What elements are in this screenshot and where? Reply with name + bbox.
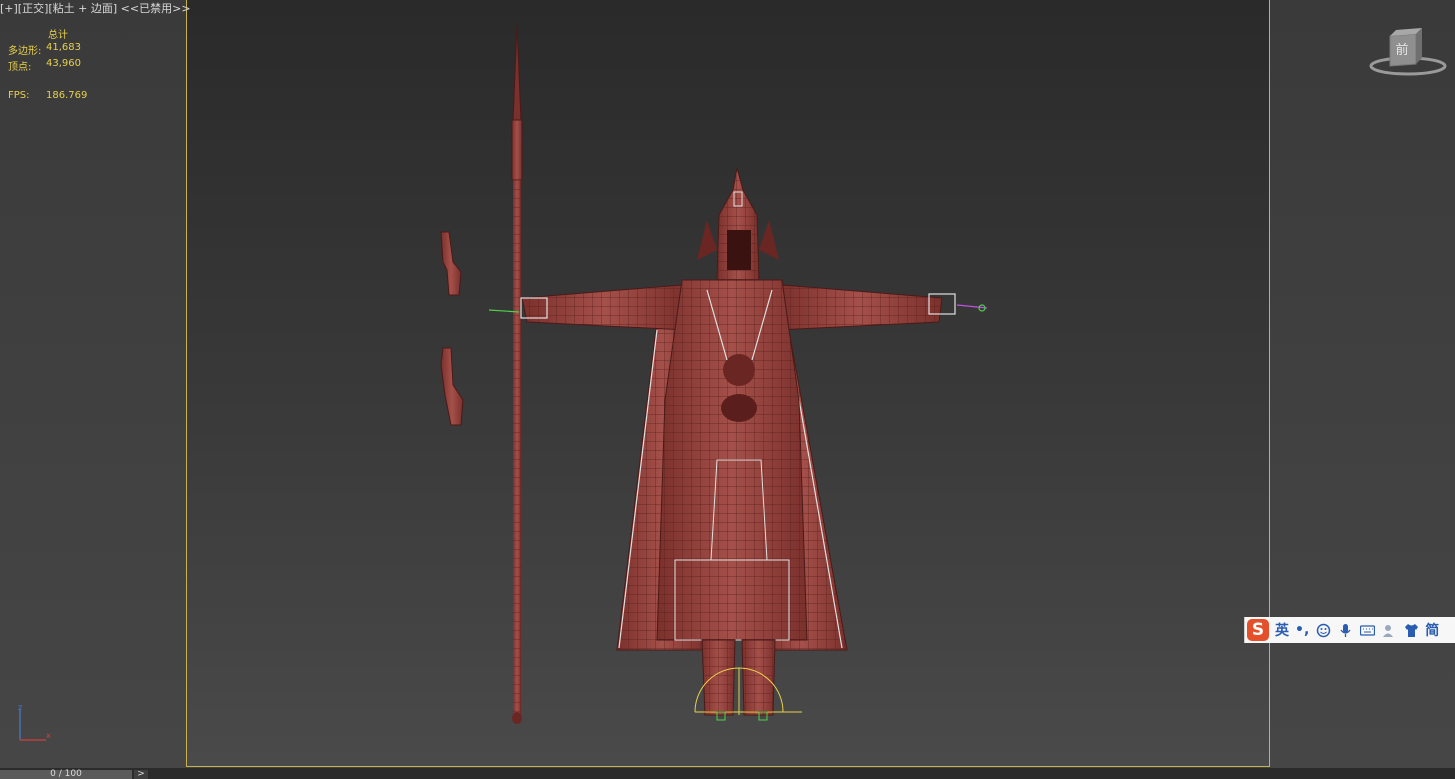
ime-toolbar[interactable]: S 英 •, 简 — [1244, 617, 1455, 643]
axis-tripod: z x — [12, 703, 54, 750]
detached-part-2 — [440, 347, 464, 426]
viewcube-face-label: 前 — [1395, 42, 1408, 58]
user-settings-icon[interactable] — [1382, 623, 1397, 638]
detached-part-1 — [440, 231, 462, 296]
ime-punct-toggle[interactable]: •, — [1295, 622, 1309, 638]
verts-label: 顶点: — [8, 62, 32, 73]
keyboard-icon[interactable] — [1360, 623, 1376, 638]
polys-label: 多边形: — [8, 46, 42, 57]
ime-lang-toggle[interactable]: 英 — [1275, 620, 1289, 640]
verts-value: 43,960 — [46, 58, 81, 69]
viewport-left-area[interactable] — [0, 0, 186, 768]
viewport-label[interactable]: [+][正交][粘土 + 边面] <<已禁用>> — [0, 0, 191, 16]
time-slider-next-button[interactable]: > — [134, 770, 148, 779]
polys-value: 41,683 — [46, 42, 81, 53]
viewport-right-area[interactable] — [1270, 0, 1455, 768]
time-slider[interactable]: 0 / 100 — [0, 770, 132, 779]
stats-overlay: 总计 多边形: 41,683 顶点: 43,960 FPS: 186.769 — [8, 26, 87, 106]
head-mesh — [697, 167, 779, 281]
axis-x-label: x — [46, 731, 51, 740]
ime-logo[interactable]: S — [1247, 619, 1269, 641]
viewcube[interactable]: 前 — [1368, 26, 1448, 78]
safe-frame[interactable] — [186, 0, 1270, 767]
spear-mesh — [511, 24, 523, 724]
fps-label: FPS: — [8, 90, 30, 101]
fps-value: 186.769 — [46, 90, 88, 101]
smiley-icon[interactable] — [1316, 623, 1331, 638]
microphone-icon[interactable] — [1338, 623, 1353, 638]
stats-header: 总计 — [48, 30, 68, 41]
bottom-bar — [0, 768, 1455, 779]
ime-mode-toggle[interactable]: 简 — [1425, 620, 1439, 640]
skin-shirt-icon[interactable] — [1404, 623, 1419, 638]
model-render — [440, 24, 988, 724]
axis-z-label: z — [18, 704, 22, 712]
torso-mesh — [656, 279, 808, 641]
